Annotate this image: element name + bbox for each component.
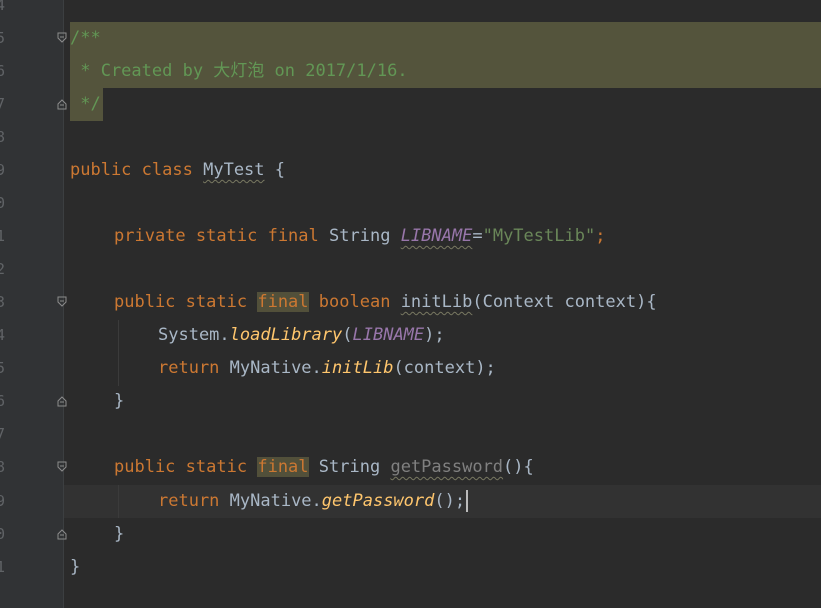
code-editor[interactable]: 4 5 /** 6 * Created by 大灯泡 on 2017/1/16.…	[0, 0, 821, 608]
code-line[interactable]: 0 }	[0, 518, 821, 551]
fold-end-icon[interactable]	[57, 98, 67, 110]
line-number: 3	[0, 293, 6, 311]
keyword: public	[70, 160, 132, 180]
class-name: MyTest	[203, 160, 265, 180]
method-call: initLib	[321, 358, 394, 378]
fold-end-icon[interactable]	[57, 395, 67, 407]
keyword-highlighted: final	[257, 457, 309, 477]
class-declaration: public class MyTest {	[70, 154, 285, 187]
code-line[interactable]: 5 /**	[0, 22, 821, 55]
code-line[interactable]: 7	[0, 418, 821, 451]
keyword: static	[185, 292, 248, 312]
line-number: 5	[0, 29, 6, 47]
type-name: String	[329, 226, 391, 246]
line-number: 7	[0, 95, 6, 113]
args: (context);	[393, 358, 496, 378]
method-params: (Context context){	[472, 292, 657, 312]
method-declaration: public static final String getPassword()…	[114, 451, 534, 484]
line-number: 6	[0, 62, 6, 80]
code-line[interactable]: 3 public static final boolean initLib(Co…	[0, 286, 821, 319]
field-declaration: private static final String LIBNAME="MyT…	[114, 220, 605, 253]
code-line-current[interactable]: 9 return MyNative.getPassword();	[0, 485, 821, 518]
constant-ref: LIBNAME	[352, 325, 425, 345]
fold-collapse-icon[interactable]	[57, 32, 67, 44]
keyword: class	[141, 160, 193, 180]
code-line[interactable]: 2	[0, 253, 821, 286]
line-number: 0	[0, 194, 6, 212]
line-number: 6	[0, 392, 6, 410]
line-number: 8	[0, 128, 6, 146]
class-closing-brace: }	[70, 557, 81, 577]
code-line[interactable]: 0	[0, 187, 821, 220]
code-line[interactable]: 1 private static final String LIBNAME="M…	[0, 220, 821, 253]
statement: return MyNative.getPassword();	[158, 485, 469, 518]
type-name: String	[318, 457, 381, 477]
keyword: boolean	[318, 292, 391, 312]
code-line[interactable]: 8 public static final String getPassword…	[0, 451, 821, 484]
fold-collapse-icon[interactable]	[57, 296, 67, 308]
keyword: return	[158, 358, 220, 378]
line-number: 9	[0, 492, 6, 510]
keyword-highlighted: final	[257, 292, 309, 312]
method-declaration: public static final boolean initLib(Cont…	[114, 286, 657, 319]
line-number: 0	[0, 525, 6, 543]
operator: =	[472, 226, 483, 246]
method-name: getPassword	[390, 457, 504, 477]
constant-name: LIBNAME	[400, 226, 473, 246]
args: ();	[434, 491, 466, 511]
closing-brace: }	[114, 391, 125, 411]
keyword: public	[114, 292, 176, 312]
statement: return MyNative.initLib(context);	[158, 352, 496, 385]
keyword: return	[158, 491, 220, 511]
keyword: private	[114, 226, 186, 246]
keyword: final	[267, 226, 319, 246]
comment-body: * Created by 大灯泡 on 2017/1/16.	[70, 61, 408, 81]
line-number: 7	[0, 425, 6, 443]
fold-collapse-icon[interactable]	[57, 461, 67, 473]
method-name: initLib	[400, 292, 473, 312]
code-line[interactable]: 9 public class MyTest {	[0, 154, 821, 187]
line-number: 4	[0, 326, 6, 344]
comment-close: */	[70, 94, 101, 114]
line-number: 8	[0, 458, 6, 476]
code-line[interactable]: 4 System.loadLibrary(LIBNAME);	[0, 319, 821, 352]
keyword: static	[195, 226, 258, 246]
method-call: getPassword	[321, 491, 435, 511]
fold-end-icon[interactable]	[57, 528, 67, 540]
code-line[interactable]: 7 */	[0, 88, 821, 121]
string-literal: "MyTestLib"	[482, 226, 596, 246]
brace: {	[264, 160, 286, 180]
object-ref: System.	[158, 325, 230, 345]
line-number: 4	[0, 0, 6, 14]
object-ref: MyNative.	[219, 491, 322, 511]
closing-brace: }	[114, 524, 125, 544]
object-ref: MyNative.	[219, 358, 322, 378]
statement: System.loadLibrary(LIBNAME);	[158, 319, 445, 352]
line-number: 5	[0, 359, 6, 377]
code-line[interactable]: 8	[0, 121, 821, 154]
comment-open: /**	[70, 28, 101, 48]
code-line[interactable]: 1 }	[0, 551, 821, 584]
code-line[interactable]: 5 return MyNative.initLib(context);	[0, 352, 821, 385]
method-params: (){	[503, 457, 534, 477]
keyword: public	[114, 457, 176, 477]
paren: (	[342, 325, 353, 345]
code-line[interactable]: 6 }	[0, 385, 821, 418]
code-line[interactable]: 4	[0, 0, 821, 22]
line-number: 1	[0, 227, 6, 245]
line-number: 9	[0, 161, 6, 179]
code-line[interactable]: 6 * Created by 大灯泡 on 2017/1/16.	[0, 55, 821, 88]
method-call: loadLibrary	[229, 325, 343, 345]
semicolon: ;	[595, 226, 606, 246]
line-number: 1	[0, 558, 6, 576]
text-caret	[466, 490, 469, 512]
line-number: 2	[0, 260, 6, 278]
keyword: static	[185, 457, 248, 477]
paren: );	[424, 325, 445, 345]
